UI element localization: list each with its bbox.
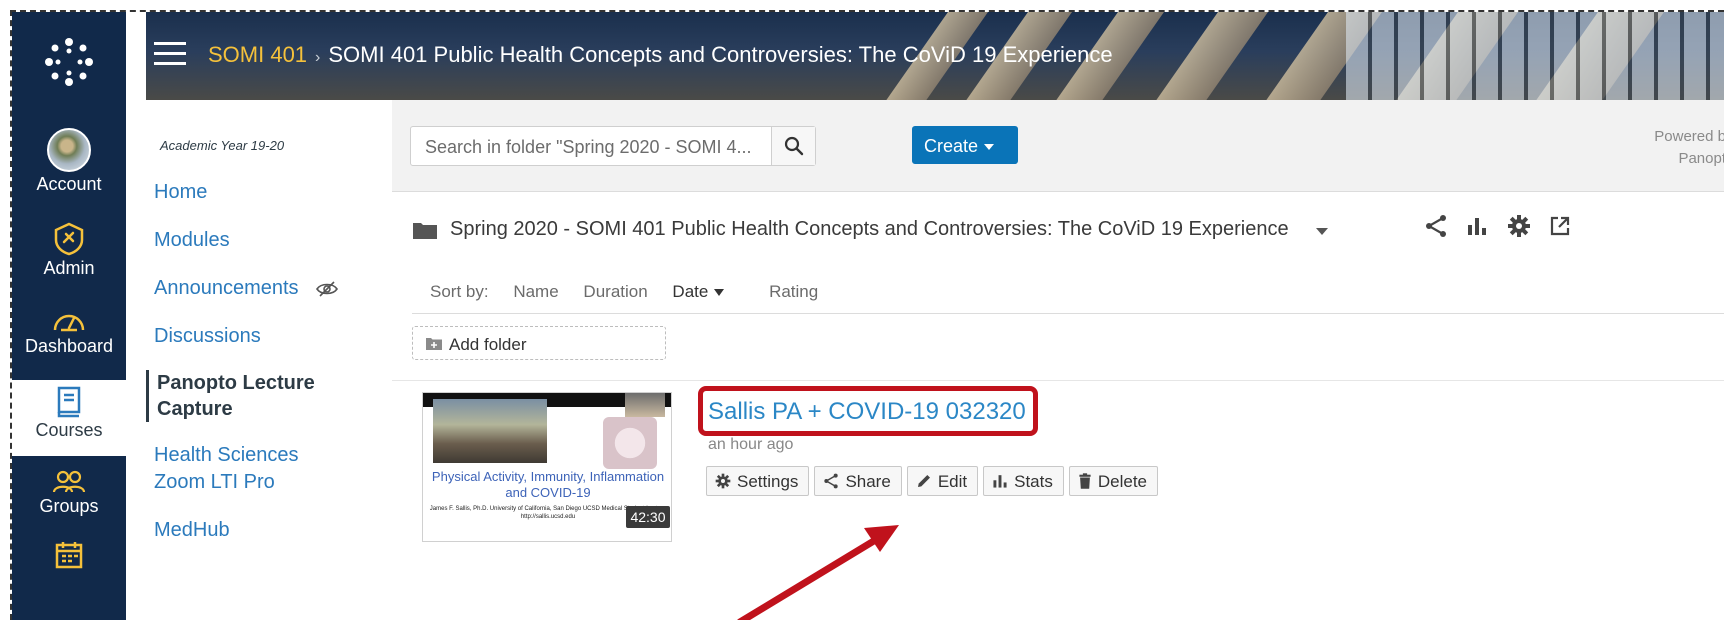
window-frame: Account Admin Dashboard Courses Groups S…	[10, 10, 1724, 620]
annotation-arrow	[737, 525, 899, 620]
